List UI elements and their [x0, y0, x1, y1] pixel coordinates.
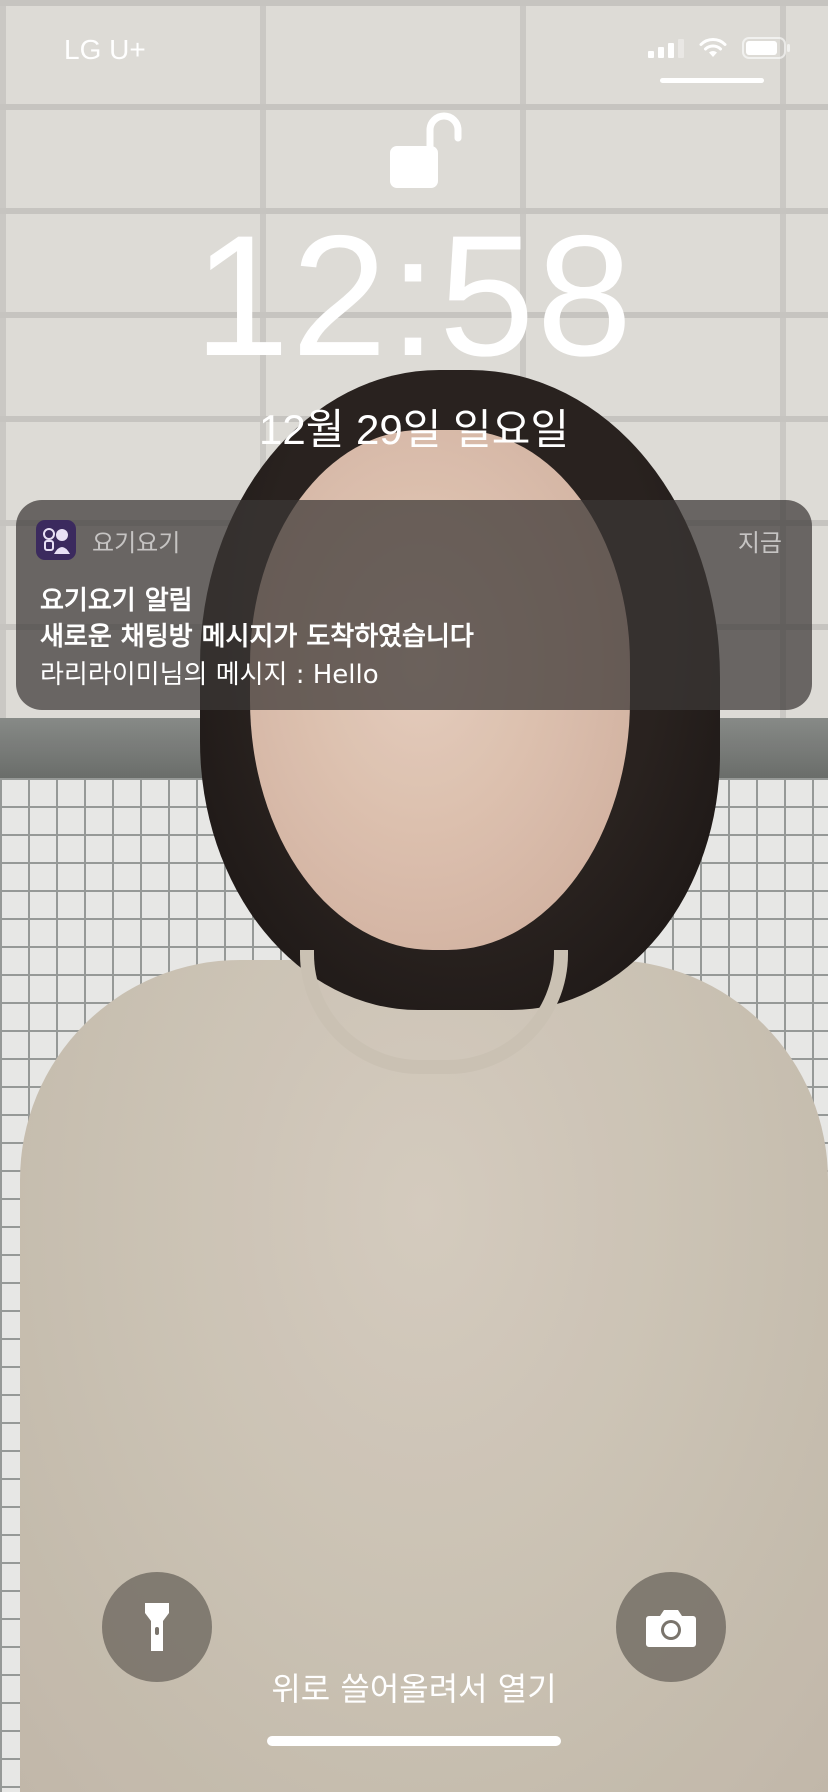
clock-time: 12:58	[193, 200, 635, 392]
control-center-indicator[interactable]	[660, 78, 764, 83]
battery-icon	[742, 36, 792, 60]
unlock-icon	[386, 106, 466, 192]
notification-title: 요기요기 알림	[40, 586, 193, 616]
wifi-icon	[698, 37, 728, 59]
notification-body: 라리라이미님의 메시지 : Hello	[40, 660, 379, 690]
notification-subtitle: 새로운 채팅방 메시지가 도착하였습니다	[40, 622, 474, 652]
camera-icon	[646, 1610, 696, 1647]
signal-icon	[648, 38, 684, 58]
yogiyogi-app-icon	[36, 520, 76, 560]
home-indicator[interactable]	[267, 1736, 561, 1746]
notification-time: 지금	[737, 528, 782, 557]
status-bar: LG U+	[0, 0, 828, 90]
notification-header: 요기요기 지금	[36, 518, 782, 562]
carrier-label: LG U+	[64, 34, 146, 65]
clock-date: 12월 29일 일요일	[259, 406, 569, 453]
status-icons	[648, 36, 792, 60]
flashlight-icon	[145, 1603, 169, 1651]
notification-app-name: 요기요기	[92, 528, 181, 557]
swipe-up-hint: 위로 쓸어올려서 열기	[271, 1670, 557, 1708]
notification-card[interactable]: 요기요기 지금 요기요기 알림 새로운 채팅방 메시지가 도착하였습니다 라리라…	[16, 500, 812, 710]
